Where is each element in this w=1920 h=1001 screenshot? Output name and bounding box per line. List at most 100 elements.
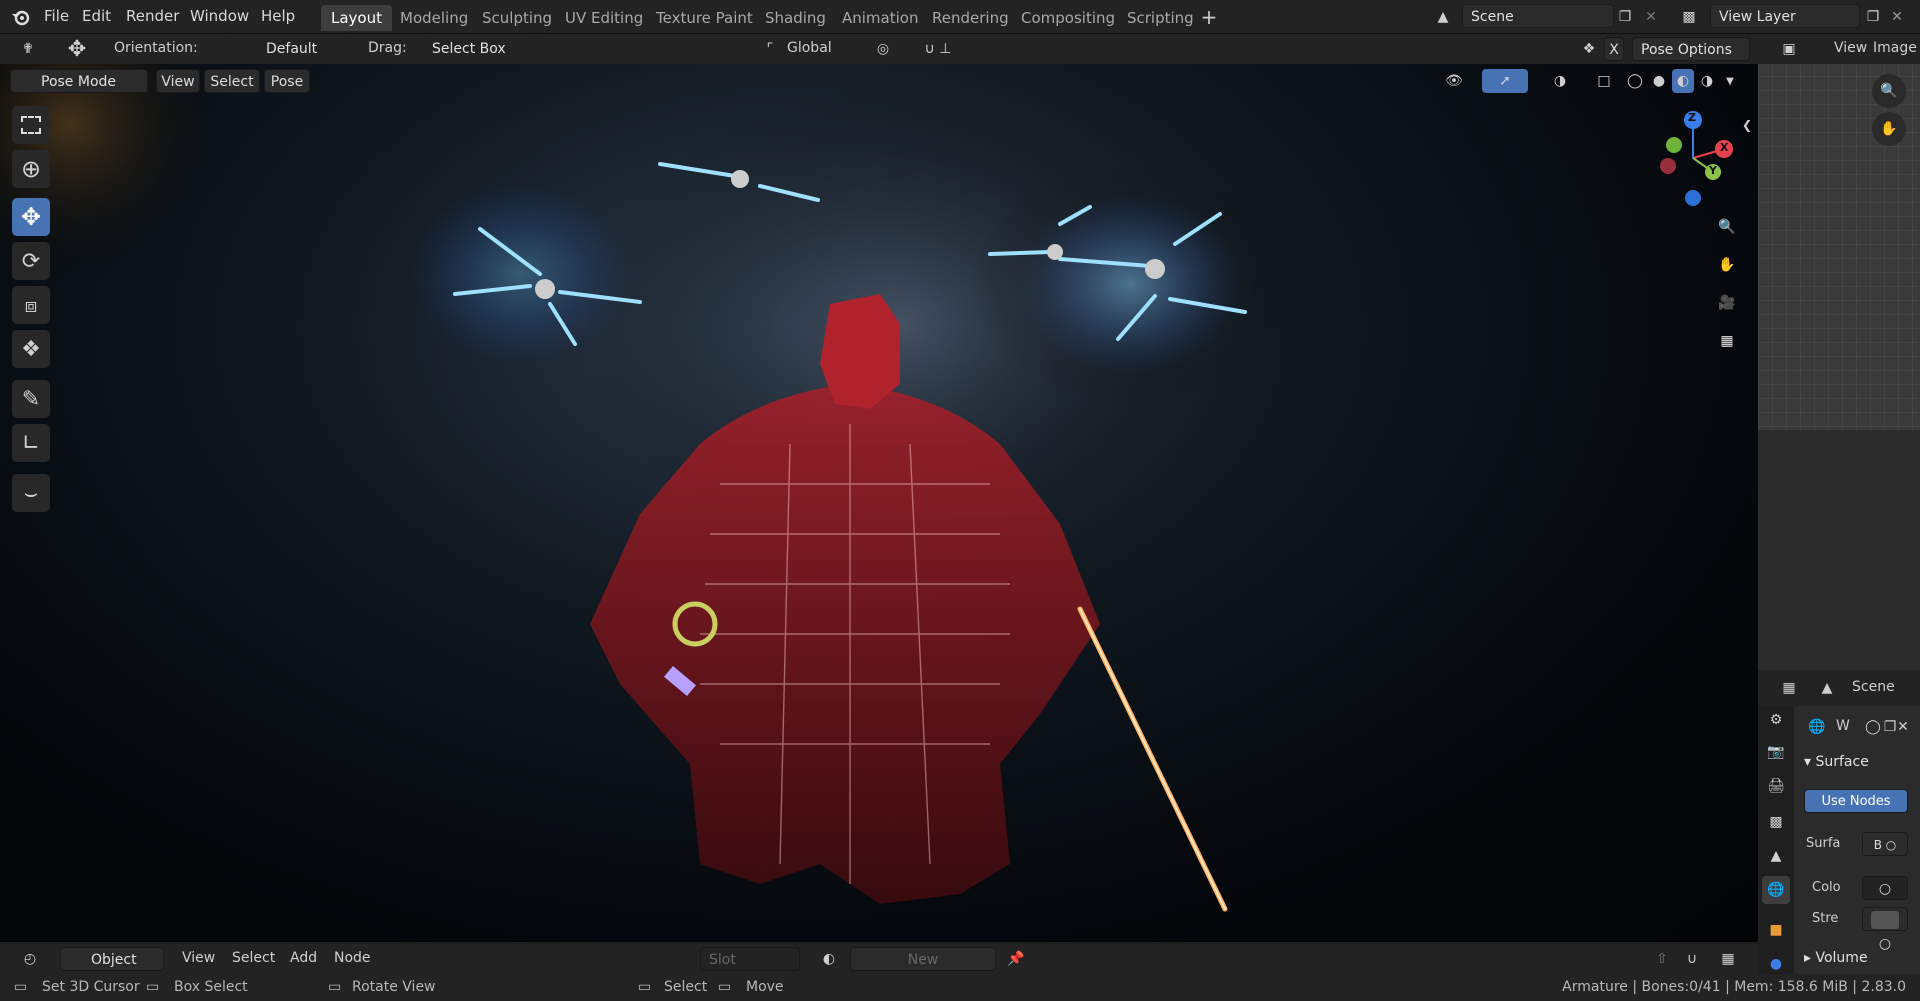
unlink-world-icon[interactable]: ✕: [1896, 716, 1910, 738]
rendered-shading-icon[interactable]: ◑: [1696, 69, 1718, 93]
overlays-icon[interactable]: ◑: [1538, 69, 1582, 93]
output-tab-icon[interactable]: 🖨: [1764, 774, 1788, 798]
scene-tab-icon[interactable]: ▲: [1764, 844, 1788, 868]
move-tool[interactable]: ✥: [12, 198, 50, 236]
perspective-toggle-button[interactable]: ▦: [1710, 324, 1744, 358]
tab-scripting[interactable]: Scripting: [1117, 5, 1204, 31]
color-swatch[interactable]: ○: [1862, 876, 1908, 900]
snap-element-icon[interactable]: ▦: [1708, 948, 1748, 970]
menu-render[interactable]: Render: [126, 7, 179, 25]
viewport-menu-view[interactable]: View: [156, 69, 200, 93]
transform-orientation-value[interactable]: Global: [787, 40, 832, 56]
use-nodes-button[interactable]: Use Nodes: [1804, 789, 1908, 813]
pose-mirror-icon[interactable]: ❖: [1578, 38, 1600, 60]
transform-tool[interactable]: ❖: [12, 330, 50, 368]
shading-options-icon[interactable]: ▼: [1722, 69, 1738, 93]
new-material-button[interactable]: New: [850, 947, 996, 971]
slot-dropdown[interactable]: Slot: [700, 947, 800, 971]
tab-modeling[interactable]: Modeling: [390, 5, 478, 31]
editor-type-icon[interactable]: ✟: [10, 38, 46, 60]
shader-editor-type-icon[interactable]: ◴: [10, 948, 50, 970]
tab-rendering[interactable]: Rendering: [922, 5, 1019, 31]
orientation-dropdown[interactable]: Default: [228, 37, 352, 61]
camera-view-button[interactable]: 🎥: [1710, 286, 1744, 320]
3d-viewport[interactable]: Pose Mode View Select Pose 👁 ➚ ◑ □ ◯ ● ◐…: [0, 64, 1758, 942]
snap-icon[interactable]: ∪ ⊥: [908, 38, 968, 60]
new-scene-icon[interactable]: ❐: [1614, 6, 1636, 28]
viewport-menu-pose[interactable]: Pose: [264, 69, 310, 93]
menu-file[interactable]: File: [44, 7, 69, 25]
object-type-dropdown[interactable]: Object: [60, 947, 164, 971]
pan-nav-button[interactable]: ✋: [1710, 248, 1744, 282]
snapping-icon[interactable]: ∪: [1680, 948, 1704, 970]
menu-help[interactable]: Help: [261, 7, 295, 25]
new-view-layer-icon[interactable]: ❐: [1862, 6, 1884, 28]
move-tool-icon[interactable]: ✥: [62, 36, 92, 62]
menu-window[interactable]: Window: [190, 7, 249, 25]
navigation-gizmo[interactable]: Z X Y: [1648, 108, 1738, 208]
breakdowner-tool[interactable]: ⌣: [12, 474, 50, 512]
pivot-point-icon[interactable]: ◎: [866, 38, 900, 60]
strength-field[interactable]: ○: [1862, 907, 1908, 952]
material-browse-icon[interactable]: ◐: [812, 948, 846, 970]
xray-icon[interactable]: □: [1592, 69, 1616, 93]
viewport-menu-select[interactable]: Select: [204, 69, 260, 93]
measure-tool[interactable]: ∟: [12, 424, 50, 462]
tab-compositing[interactable]: Compositing: [1011, 5, 1125, 31]
image-menu-image[interactable]: Image: [1873, 40, 1917, 56]
data-tab-icon[interactable]: ●: [1764, 952, 1788, 976]
delete-view-layer-icon[interactable]: ✕: [1886, 6, 1908, 28]
image-editor-type-icon[interactable]: ▣: [1774, 38, 1804, 60]
scale-tool[interactable]: ⧈: [12, 286, 50, 324]
view-layer-tab-icon[interactable]: ▩: [1764, 810, 1788, 834]
x-mirror-button[interactable]: X: [1604, 37, 1624, 61]
zoom-nav-button[interactable]: 🔍: [1710, 210, 1744, 244]
tab-shading[interactable]: Shading: [755, 5, 836, 31]
tab-sculpting[interactable]: Sculpting: [472, 5, 562, 31]
rotate-tool[interactable]: ⟳: [12, 242, 50, 280]
tab-texture-paint[interactable]: Texture Paint: [646, 5, 763, 31]
scene-field[interactable]: Scene: [1462, 4, 1614, 28]
pin-icon[interactable]: 📌: [1004, 948, 1028, 970]
image-menu-view[interactable]: View: [1834, 40, 1867, 56]
transform-orientation-icon[interactable]: ⌜: [758, 38, 782, 60]
shader-menu-add[interactable]: Add: [290, 950, 317, 966]
mode-dropdown[interactable]: Pose Mode: [10, 69, 148, 93]
tab-animation[interactable]: Animation: [832, 5, 928, 31]
shader-menu-view[interactable]: View: [182, 950, 215, 966]
render-tab-icon[interactable]: 📷: [1764, 740, 1788, 764]
sidebar-toggle-icon[interactable]: ❮: [1740, 114, 1754, 136]
fake-user-icon[interactable]: ◯: [1864, 716, 1882, 738]
menu-edit[interactable]: Edit: [82, 7, 111, 25]
shader-menu-select[interactable]: Select: [232, 950, 275, 966]
blender-logo-icon[interactable]: [10, 6, 32, 28]
delete-scene-icon[interactable]: ✕: [1640, 6, 1662, 28]
drag-dropdown[interactable]: Select Box: [424, 37, 538, 61]
select-box-tool[interactable]: [12, 106, 50, 144]
view-layer-field[interactable]: View Layer: [1710, 4, 1860, 28]
image-zoom-button[interactable]: 🔍: [1872, 74, 1906, 108]
volume-panel-header[interactable]: ▸ Volume: [1804, 950, 1868, 966]
gizmo-toggle-icon[interactable]: ➚: [1482, 69, 1528, 93]
object-tab-icon[interactable]: ■: [1764, 918, 1788, 942]
solid-shading-icon[interactable]: ●: [1648, 69, 1670, 93]
pose-options-dropdown[interactable]: Pose Options: [1632, 37, 1750, 61]
annotate-tool[interactable]: ✎: [12, 380, 50, 418]
scene-icon[interactable]: ▲: [1428, 6, 1458, 28]
material-shading-icon[interactable]: ◐: [1672, 69, 1694, 93]
tool-tab-icon[interactable]: ⚙: [1764, 708, 1788, 732]
cursor-tool[interactable]: ⊕: [12, 150, 50, 188]
view-layer-icon[interactable]: ▩: [1672, 6, 1706, 28]
tab-layout[interactable]: Layout: [321, 5, 392, 31]
image-pan-button[interactable]: ✋: [1872, 112, 1906, 146]
surface-value[interactable]: B ○: [1862, 832, 1908, 856]
world-datablock[interactable]: 🌐 W ◯ ❐ ✕: [1802, 714, 1910, 740]
properties-type-icon[interactable]: ▦: [1774, 677, 1804, 699]
area-divider[interactable]: [1758, 430, 1920, 670]
wireframe-shading-icon[interactable]: ◯: [1624, 69, 1646, 93]
shader-menu-node[interactable]: Node: [334, 950, 371, 966]
add-workspace-icon[interactable]: +: [1198, 5, 1220, 29]
parent-node-tree-icon[interactable]: ⇧: [1650, 948, 1674, 970]
world-tab-icon[interactable]: 🌐: [1762, 876, 1790, 904]
tab-uv-editing[interactable]: UV Editing: [555, 5, 653, 31]
